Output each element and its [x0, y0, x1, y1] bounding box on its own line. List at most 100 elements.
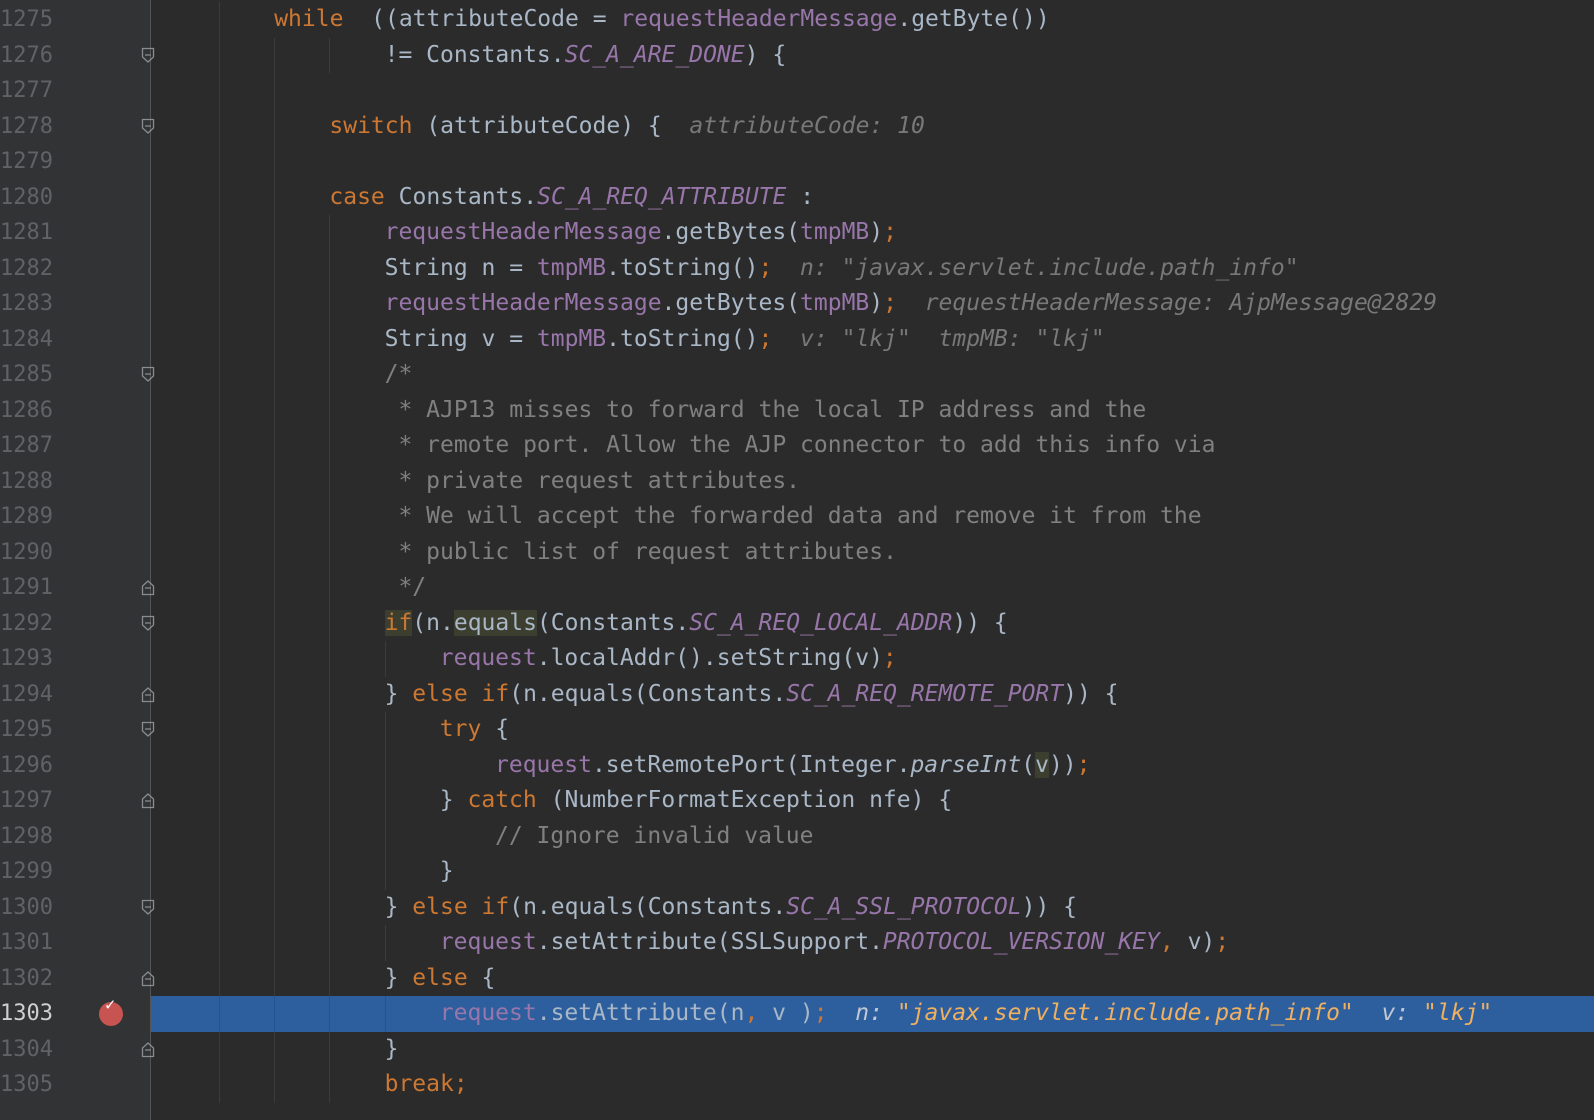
code-line-content[interactable]: request.setRemotePort(Integer.parseInt(v…: [151, 747, 1594, 783]
code-line-content[interactable]: * We will accept the forwarded data and …: [151, 499, 1594, 535]
code-line[interactable]: 1278 switch (attributeCode) { attributeCo…: [0, 108, 1594, 145]
line-number[interactable]: 1298: [0, 819, 60, 855]
code-line-content[interactable]: } else if(n.equals(Constants.SC_A_REQ_RE…: [151, 676, 1594, 712]
code-token: parseInt: [910, 751, 1022, 778]
code-line[interactable]: 1297 } catch (NumberFormatException nfe) …: [0, 783, 1594, 819]
code-line-content[interactable]: * private request attributes.: [151, 463, 1594, 499]
code-line[interactable]: 1280 case Constants.SC_A_REQ_ATTRIBUTE :: [0, 179, 1594, 216]
line-number[interactable]: 1279: [0, 144, 60, 180]
code-line[interactable]: 1287 * remote port. Allow the AJP connec…: [0, 428, 1594, 464]
code-token: request: [439, 929, 537, 955]
code-line[interactable]: 1286 * AJP13 misses to forward the local…: [0, 392, 1594, 429]
code-line[interactable]: 1296 request.setRemotePort(Integer.parseI…: [0, 747, 1594, 784]
code-line-content[interactable]: } catch (NumberFormatException nfe) {: [151, 783, 1594, 819]
line-number[interactable]: 1300: [0, 890, 60, 926]
code-line-content[interactable]: break;: [151, 1067, 1594, 1103]
code-line[interactable]: 1303 ✓ request.setAttribute(n, v ); n: "ja…: [0, 996, 1594, 1032]
line-number[interactable]: 1290: [0, 535, 60, 571]
code-line-content[interactable]: }: [151, 854, 1594, 890]
code-line[interactable]: 1281 requestHeaderMessage.getBytes(tmpMB)…: [0, 215, 1594, 251]
code-line-content[interactable]: try {: [151, 712, 1594, 748]
line-number[interactable]: 1304: [0, 1032, 60, 1068]
code-line[interactable]: 1304}: [0, 1031, 1594, 1068]
code-line-content[interactable]: } else {: [151, 960, 1594, 996]
code-token: SC_A_REQ_ATTRIBUTE: [537, 183, 787, 210]
code-line-content[interactable]: while ((attributeCode = requestHeaderMes…: [151, 2, 1594, 38]
code-line-content[interactable]: // Ignore invalid value: [151, 818, 1594, 854]
line-number[interactable]: 1294: [0, 677, 60, 713]
code-line-content[interactable]: != Constants.SC_A_ARE_DONE) {: [151, 37, 1594, 73]
code-line[interactable]: 1295 try {: [0, 712, 1594, 748]
code-line[interactable]: 1275 while ((attributeCode = requestHeade…: [0, 2, 1594, 38]
line-number[interactable]: 1286: [0, 393, 60, 429]
line-number[interactable]: 1283: [0, 286, 60, 322]
line-number[interactable]: 1282: [0, 251, 60, 287]
code-line-content[interactable]: * AJP13 misses to forward the local IP a…: [151, 392, 1594, 428]
indent-guide: [219, 996, 220, 1032]
line-number[interactable]: 1278: [0, 109, 60, 145]
line-number[interactable]: 1295: [0, 712, 60, 748]
line-number[interactable]: 1287: [0, 428, 60, 464]
line-number[interactable]: 1285: [0, 357, 60, 393]
code-line[interactable]: 1293 request.localAddr().setString(v);: [0, 641, 1594, 677]
line-number[interactable]: 1296: [0, 748, 60, 784]
code-line-content[interactable]: String n = tmpMB.toString(); n: "javax.s…: [151, 250, 1594, 286]
line-number[interactable]: 1299: [0, 854, 60, 890]
line-number[interactable]: 1281: [0, 215, 60, 251]
code-line-content[interactable]: */: [151, 570, 1594, 606]
code-line-content[interactable]: requestHeaderMessage.getBytes(tmpMB); re…: [151, 286, 1594, 322]
code-line-content[interactable]: } else if(n.equals(Constants.SC_A_SSL_PR…: [151, 889, 1594, 925]
code-line-content[interactable]: String v = tmpMB.toString(); v: "lkj" tm…: [151, 321, 1594, 357]
code-line-content[interactable]: * remote port. Allow the AJP connector t…: [151, 428, 1594, 464]
code-comment: * We will accept the forwarded data and …: [384, 503, 1202, 529]
code-line-content[interactable]: requestHeaderMessage.getBytes(tmpMB);: [151, 215, 1594, 251]
code-line-content[interactable]: if(n.equals(Constants.SC_A_REQ_LOCAL_ADD…: [151, 605, 1594, 641]
code-line[interactable]: 1300 } else if(n.equals(Constants.SC_A_SS…: [0, 889, 1594, 926]
line-number[interactable]: 1301: [0, 925, 60, 961]
code-line-content[interactable]: /*: [151, 357, 1594, 393]
line-number[interactable]: 1275: [0, 2, 60, 38]
code-line-content[interactable]: * public list of request attributes.: [151, 534, 1594, 570]
code-line[interactable]: 1298 // Ignore invalid value: [0, 818, 1594, 855]
code-line[interactable]: 1277: [0, 73, 1594, 109]
code-line[interactable]: 1290 * public list of request attributes…: [0, 534, 1594, 571]
code-line-content[interactable]: request.setAttribute(SSLSupport.PROTOCOL…: [151, 925, 1594, 961]
inline-debug-value: "javax.servlet.include.path_info": [896, 1000, 1354, 1026]
line-number[interactable]: 1291: [0, 570, 60, 606]
line-number[interactable]: 1293: [0, 641, 60, 677]
line-number[interactable]: 1302: [0, 961, 60, 997]
line-number[interactable]: 1284: [0, 322, 60, 358]
code-line[interactable]: 1305 break;: [0, 1067, 1594, 1103]
code-line-content[interactable]: case Constants.SC_A_REQ_ATTRIBUTE :: [151, 179, 1594, 215]
code-line[interactable]: 1299}: [0, 854, 1594, 890]
code-line[interactable]: 1285 /*: [0, 357, 1594, 393]
line-number[interactable]: 1297: [0, 783, 60, 819]
line-number[interactable]: 1303: [0, 996, 60, 1032]
code-token: ;: [883, 290, 897, 316]
code-line[interactable]: 1288 * private request attributes.: [0, 463, 1594, 500]
line-number[interactable]: 1288: [0, 464, 60, 500]
code-line[interactable]: 1283 requestHeaderMessage.getBytes(tmpMB)…: [0, 286, 1594, 322]
code-line-content[interactable]: request.localAddr().setString(v);: [151, 641, 1594, 677]
code-line-content[interactable]: [151, 73, 1594, 109]
code-line[interactable]: 1302 } else {: [0, 960, 1594, 997]
code-line-content[interactable]: switch (attributeCode) { attributeCode: …: [151, 108, 1594, 144]
line-number[interactable]: 1276: [0, 38, 60, 74]
code-line-content[interactable]: [151, 144, 1594, 180]
code-line[interactable]: 1292 if(n.equals(Constants.SC_A_REQ_LOCAL…: [0, 605, 1594, 642]
code-line[interactable]: 1291 */: [0, 570, 1594, 606]
code-line[interactable]: 1301 request.setAttribute(SSLSupport.PROT…: [0, 925, 1594, 961]
line-number[interactable]: 1289: [0, 499, 60, 535]
line-number[interactable]: 1280: [0, 180, 60, 216]
line-number[interactable]: 1277: [0, 73, 60, 109]
code-line[interactable]: 1284 String v = tmpMB.toString(); v: "lkj…: [0, 321, 1594, 358]
line-number[interactable]: 1292: [0, 606, 60, 642]
code-line[interactable]: 1276 != Constants.SC_A_ARE_DONE) {: [0, 37, 1594, 74]
code-line[interactable]: 1279: [0, 144, 1594, 180]
code-line[interactable]: 1289 * We will accept the forwarded data…: [0, 499, 1594, 535]
code-line-content[interactable]: request.setAttribute(n, v ); n: "javax.s…: [151, 996, 1594, 1032]
code-line-content[interactable]: }: [151, 1031, 1594, 1067]
code-line[interactable]: 1282 String n = tmpMB.toString(); n: "jav…: [0, 250, 1594, 287]
code-line[interactable]: 1294 } else if(n.equals(Constants.SC_A_RE…: [0, 676, 1594, 713]
line-number[interactable]: 1305: [0, 1067, 60, 1103]
